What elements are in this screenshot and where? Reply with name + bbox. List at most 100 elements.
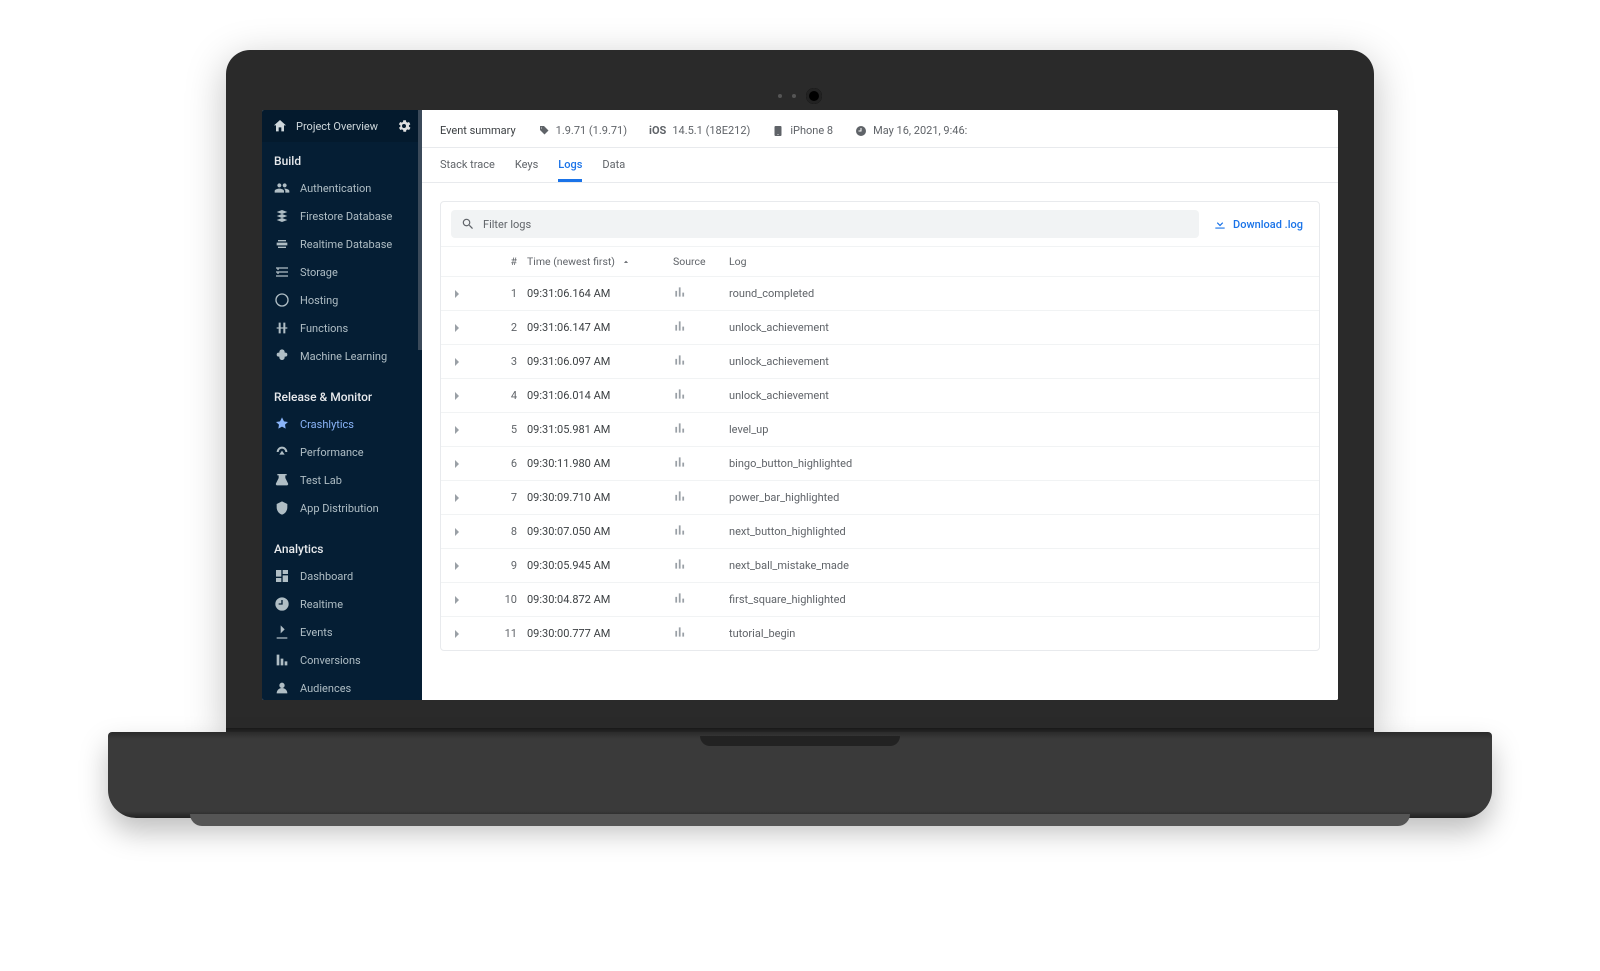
sidebar-item-machine-learning[interactable]: Machine Learning bbox=[262, 342, 422, 370]
sidebar-item-test-lab[interactable]: Test Lab bbox=[262, 466, 422, 494]
sidebar-item-storage[interactable]: Storage bbox=[262, 258, 422, 286]
sidebar-item-app-distribution[interactable]: App Distribution bbox=[262, 494, 422, 522]
expand-caret-icon[interactable] bbox=[455, 392, 459, 400]
expand-caret-icon[interactable] bbox=[455, 596, 459, 604]
log-row[interactable]: 809:30:07.050 AMnext_button_highlighted bbox=[441, 514, 1319, 548]
tab-keys[interactable]: Keys bbox=[515, 148, 538, 182]
sidebar-item-label: Realtime Database bbox=[300, 238, 392, 251]
sidebar-item-label: Realtime bbox=[300, 598, 343, 611]
download-log-button[interactable]: Download .log bbox=[1213, 217, 1309, 231]
analytics-source-icon bbox=[673, 353, 723, 370]
realtimean-icon bbox=[274, 596, 290, 612]
row-log-message: first_square_highlighted bbox=[729, 593, 1305, 606]
clock-icon bbox=[855, 125, 867, 137]
search-icon bbox=[461, 217, 475, 231]
events-icon bbox=[274, 624, 290, 640]
sidebar-item-functions[interactable]: Functions bbox=[262, 314, 422, 342]
sidebar-item-dashboard[interactable]: Dashboard bbox=[262, 562, 422, 590]
log-row[interactable]: 1109:30:00.777 AMtutorial_begin bbox=[441, 616, 1319, 650]
row-number: 10 bbox=[491, 593, 521, 606]
sidebar-item-label: Authentication bbox=[300, 182, 371, 195]
row-time: 09:30:09.710 AM bbox=[527, 491, 667, 504]
row-log-message: unlock_achievement bbox=[729, 321, 1305, 334]
row-log-message: next_button_highlighted bbox=[729, 525, 1305, 538]
row-time: 09:30:04.872 AM bbox=[527, 593, 667, 606]
row-number: 6 bbox=[491, 457, 521, 470]
sidebar-item-crashlytics[interactable]: Crashlytics bbox=[262, 410, 422, 438]
sidebar-item-label: Performance bbox=[300, 446, 364, 459]
sidebar-item-audiences[interactable]: Audiences bbox=[262, 674, 422, 700]
expand-caret-icon[interactable] bbox=[455, 528, 459, 536]
sidebar-item-label: Conversions bbox=[300, 654, 361, 667]
audiences-icon bbox=[274, 680, 290, 696]
row-log-message: bingo_button_highlighted bbox=[729, 457, 1305, 470]
logs-card: Filter logs Download .log # Time (ne bbox=[440, 201, 1320, 651]
ml-icon bbox=[274, 348, 290, 364]
expand-caret-icon[interactable] bbox=[455, 494, 459, 502]
version-text: 1.9.71 (1.9.71) bbox=[556, 124, 627, 137]
sidebar-item-realtime[interactable]: Realtime bbox=[262, 590, 422, 618]
sidebar-item-events[interactable]: Events bbox=[262, 618, 422, 646]
row-log-message: power_bar_highlighted bbox=[729, 491, 1305, 504]
sidebar-item-realtime-database[interactable]: Realtime Database bbox=[262, 230, 422, 258]
row-number: 4 bbox=[491, 389, 521, 402]
sidebar-item-label: Storage bbox=[300, 266, 338, 279]
log-row[interactable]: 309:31:06.097 AMunlock_achievement bbox=[441, 344, 1319, 378]
row-number: 7 bbox=[491, 491, 521, 504]
row-log-message: unlock_achievement bbox=[729, 355, 1305, 368]
sidebar-scrollbar[interactable] bbox=[418, 110, 422, 350]
row-time: 09:30:11.980 AM bbox=[527, 457, 667, 470]
tab-stack-trace[interactable]: Stack trace bbox=[440, 148, 495, 182]
row-time: 09:31:05.981 AM bbox=[527, 423, 667, 436]
sidebar-item-performance[interactable]: Performance bbox=[262, 438, 422, 466]
expand-caret-icon[interactable] bbox=[455, 426, 459, 434]
sort-up-icon bbox=[621, 257, 631, 267]
sidebar-item-hosting[interactable]: Hosting bbox=[262, 286, 422, 314]
sidebar-item-conversions[interactable]: Conversions bbox=[262, 646, 422, 674]
log-row[interactable]: 7 09:30:09.710 AM power_bar_highlighted bbox=[441, 480, 1319, 514]
log-row[interactable]: 109:31:06.164 AMround_completed bbox=[441, 276, 1319, 310]
sidebar-item-firestore-database[interactable]: Firestore Database bbox=[262, 202, 422, 230]
analytics-source-icon bbox=[673, 489, 723, 506]
analytics-source-icon bbox=[673, 285, 723, 302]
filter-logs-input[interactable]: Filter logs bbox=[451, 210, 1199, 238]
sidebar-item-authentication[interactable]: Authentication bbox=[262, 174, 422, 202]
expand-caret-icon[interactable] bbox=[455, 324, 459, 332]
os-chip[interactable]: iOS 14.5.1 (18E212) bbox=[649, 124, 750, 137]
expand-caret-icon[interactable] bbox=[455, 630, 459, 638]
event-summary-bar: Event summary 1.9.71 (1.9.71) iOS 14.5.1… bbox=[422, 110, 1338, 148]
version-chip[interactable]: 1.9.71 (1.9.71) bbox=[538, 124, 627, 137]
expand-caret-icon[interactable] bbox=[455, 358, 459, 366]
expand-caret-icon[interactable] bbox=[455, 460, 459, 468]
log-row[interactable]: 209:31:06.147 AMunlock_achievement bbox=[441, 310, 1319, 344]
tab-logs[interactable]: Logs bbox=[558, 148, 582, 182]
dashboard-icon bbox=[274, 568, 290, 584]
sidebar-item-label: Dashboard bbox=[300, 570, 353, 583]
sidebar-item-label: Crashlytics bbox=[300, 418, 354, 431]
col-source: Source bbox=[673, 255, 723, 268]
webcam bbox=[778, 88, 822, 104]
tab-data[interactable]: Data bbox=[602, 148, 625, 182]
row-time: 09:31:06.014 AM bbox=[527, 389, 667, 402]
log-row[interactable]: 409:31:06.014 AMunlock_achievement bbox=[441, 378, 1319, 412]
expand-caret-icon[interactable] bbox=[455, 562, 459, 570]
sidebar-item-label: Hosting bbox=[300, 294, 338, 307]
analytics-source-icon bbox=[673, 387, 723, 404]
device-chip[interactable]: iPhone 8 bbox=[772, 124, 833, 137]
main-content: Event summary 1.9.71 (1.9.71) iOS 14.5.1… bbox=[422, 110, 1338, 700]
log-row[interactable]: 509:31:05.981 AMlevel_up bbox=[441, 412, 1319, 446]
col-time[interactable]: Time (newest first) bbox=[527, 255, 667, 268]
log-row[interactable]: 10 09:30:04.872 AM first_square_highlighte… bbox=[441, 582, 1319, 616]
sidebar-project-overview[interactable]: Project Overview bbox=[262, 110, 422, 142]
row-number: 5 bbox=[491, 423, 521, 436]
sidebar-section-analytics: Analytics bbox=[262, 530, 422, 562]
row-time: 09:30:00.777 AM bbox=[527, 627, 667, 640]
log-row[interactable]: 909:30:05.945 AMnext_ball_mistake_made bbox=[441, 548, 1319, 582]
analytics-source-icon bbox=[673, 421, 723, 438]
log-row[interactable]: 6 09:30:11.980 AM bingo_button_highlighted bbox=[441, 446, 1319, 480]
analytics-source-icon bbox=[673, 591, 723, 608]
download-icon bbox=[1213, 217, 1227, 231]
expand-caret-icon[interactable] bbox=[455, 290, 459, 298]
gear-icon[interactable] bbox=[396, 118, 412, 134]
datetime-chip[interactable]: May 16, 2021, 9:46: bbox=[855, 124, 967, 137]
